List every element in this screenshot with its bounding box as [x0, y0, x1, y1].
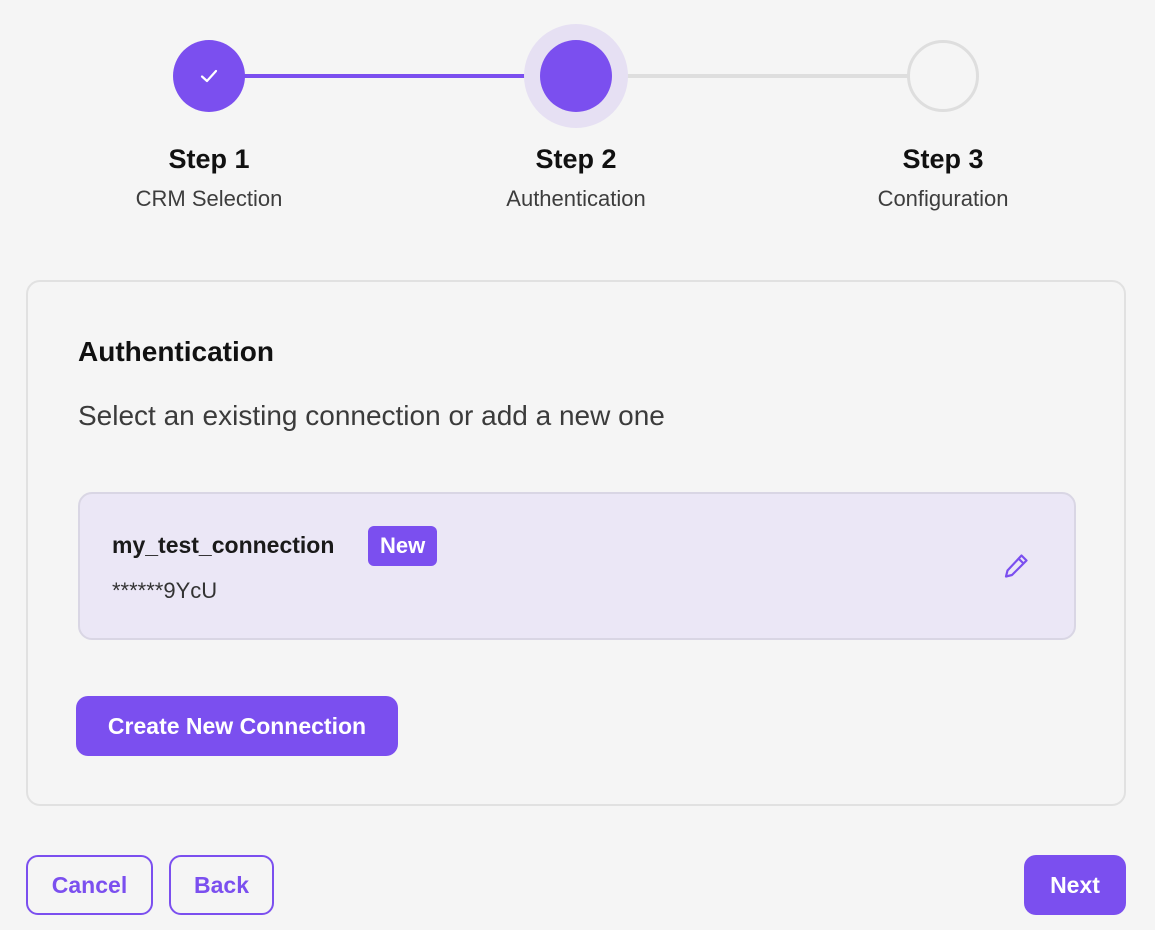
- step-connector-pending: [576, 74, 943, 78]
- crm-setup-wizard: Step 1 CRM Selection Step 2 Authenticati…: [0, 0, 1155, 930]
- pencil-icon: [1004, 554, 1028, 578]
- card-description: Select an existing connection or add a n…: [78, 400, 665, 431]
- authentication-card: Authentication Select an existing connec…: [26, 280, 1126, 806]
- check-icon: [200, 69, 218, 83]
- step-1-title: Step 1: [168, 144, 250, 174]
- step-2-subtitle: Authentication: [506, 186, 646, 211]
- step-3-title: Step 3: [902, 144, 984, 174]
- step-2-title: Step 2: [535, 144, 617, 174]
- step-3-subtitle: Configuration: [877, 186, 1009, 211]
- connection-name: my_test_connection: [112, 532, 335, 558]
- connection-item[interactable]: my_test_connection New ******9YcU: [78, 492, 1076, 640]
- step-3-indicator[interactable]: [907, 40, 979, 112]
- new-badge: New: [368, 526, 438, 566]
- create-new-connection-button[interactable]: Create New Connection: [76, 696, 398, 756]
- step-1-subtitle: CRM Selection: [135, 186, 283, 211]
- next-button[interactable]: Next: [1024, 855, 1126, 915]
- card-title: Authentication: [78, 336, 274, 367]
- step-connector-completed: [209, 74, 576, 78]
- connection-masked-key: ******9YcU: [112, 578, 218, 603]
- edit-connection-button[interactable]: [1000, 550, 1032, 582]
- step-2-indicator[interactable]: [540, 40, 612, 112]
- step-1-indicator[interactable]: [173, 40, 245, 112]
- cancel-button[interactable]: Cancel: [26, 855, 153, 915]
- back-button[interactable]: Back: [169, 855, 274, 915]
